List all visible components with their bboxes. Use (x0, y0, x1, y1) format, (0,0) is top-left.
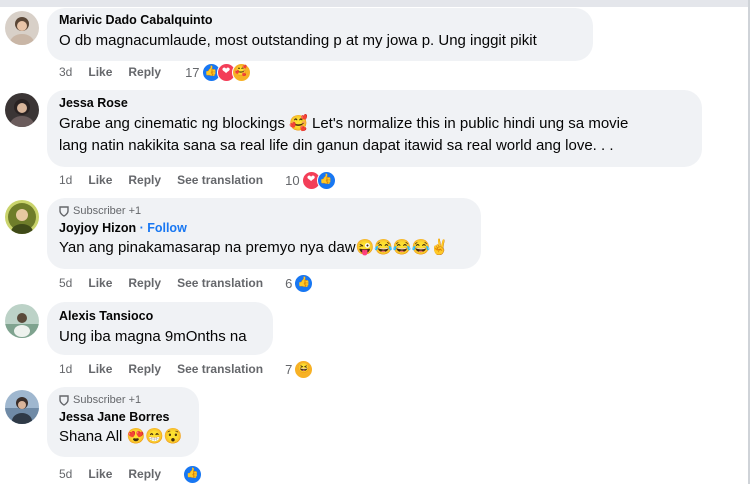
comment-bubble: Alexis Tansioco Ung iba magna 9mOnths na (47, 302, 273, 355)
reply-button[interactable]: Reply (128, 65, 161, 79)
commenter-name-row: Joyjoy Hizon · Follow (59, 220, 469, 236)
comment-actions: 1d Like Reply See translation 10 ❤ 👍 (59, 170, 336, 190)
reaction-icons[interactable]: 👍 ❤ 🥰 (201, 62, 251, 82)
haha-icon: 😆 (294, 359, 314, 379)
like-button[interactable]: Like (88, 362, 112, 376)
like-icon: 👍 (294, 273, 314, 293)
avatar-photo (5, 11, 39, 45)
avatar[interactable] (5, 93, 39, 127)
avatar[interactable] (5, 11, 39, 45)
follow-button[interactable]: · Follow (140, 221, 187, 235)
reaction-count[interactable]: 7 (285, 362, 292, 377)
subscriber-label: Subscriber +1 (73, 205, 142, 217)
like-icon: 👍 (183, 464, 203, 484)
commenter-name[interactable]: Jessa Jane Borres (59, 409, 187, 425)
shield-icon (59, 394, 69, 406)
reaction-count[interactable]: 10 (285, 173, 299, 188)
subscriber-badge: Subscriber +1 (59, 393, 187, 407)
like-button[interactable]: Like (88, 173, 112, 187)
comment-text: Ung iba magna 9mOnths na (59, 328, 247, 345)
like-icon: 👍 (316, 170, 336, 190)
commenter-name[interactable]: Marivic Dado Cabalquinto (59, 12, 581, 28)
commenter-name[interactable]: Alexis Tansioco (59, 308, 261, 324)
like-button[interactable]: Like (88, 65, 112, 79)
comment-bubble: Subscriber +1 Joyjoy Hizon · Follow Yan … (47, 198, 481, 269)
reaction-count[interactable]: 17 (185, 65, 199, 80)
comment-age[interactable]: 1d (59, 173, 72, 187)
comment-text: Shana All 😍😁😯 (59, 428, 183, 445)
comment-actions: 5d Like Reply 👍 (59, 464, 203, 484)
commenter-name[interactable]: Joyjoy Hizon (59, 221, 136, 235)
see-translation-button[interactable]: See translation (177, 362, 263, 376)
reaction-icons[interactable]: 👍 (183, 464, 203, 484)
comment-text-line-1: Grabe ang cinematic ng blockings 🥰 Let's… (59, 115, 629, 132)
avatar[interactable] (5, 200, 39, 234)
like-button[interactable]: Like (88, 467, 112, 481)
comment-bubble: Subscriber +1 Jessa Jane Borres Shana Al… (47, 387, 199, 457)
reaction-icons[interactable]: ❤ 👍 (301, 170, 336, 190)
commenter-name[interactable]: Jessa Rose (59, 95, 690, 111)
reaction-icons[interactable]: 👍 (294, 273, 314, 293)
comment-bubble: Marivic Dado Cabalquinto O db magnacumla… (47, 8, 593, 61)
reply-button[interactable]: Reply (128, 173, 161, 187)
comment-age[interactable]: 1d (59, 362, 72, 376)
avatar[interactable] (5, 390, 39, 424)
comment-text-line-2: lang natin nakikita sana sa real life di… (59, 137, 614, 154)
comment-bubble: Jessa Rose Grabe ang cinematic ng blocki… (47, 90, 702, 167)
reaction-icons[interactable]: 😆 (294, 359, 314, 379)
comment-text: Yan ang pinakamasarap na premyo nya daw😜… (59, 239, 449, 256)
avatar-photo (5, 93, 39, 127)
comment-age[interactable]: 5d (59, 276, 72, 290)
see-translation-button[interactable]: See translation (177, 276, 263, 290)
comment-age[interactable]: 3d (59, 65, 72, 79)
comment-actions: 1d Like Reply See translation 7 😆 (59, 359, 314, 379)
care-icon: 🥰 (231, 62, 251, 82)
comment-age[interactable]: 5d (59, 467, 72, 481)
subscriber-badge: Subscriber +1 (59, 204, 469, 218)
reply-button[interactable]: Reply (128, 467, 161, 481)
reaction-count[interactable]: 6 (285, 276, 292, 291)
shield-icon (59, 205, 69, 217)
reply-button[interactable]: Reply (128, 362, 161, 376)
comment-actions: 3d Like Reply 17 👍 ❤ 🥰 (59, 62, 251, 82)
reply-button[interactable]: Reply (128, 276, 161, 290)
avatar[interactable] (5, 304, 39, 338)
subscriber-label: Subscriber +1 (73, 394, 142, 406)
like-button[interactable]: Like (88, 276, 112, 290)
see-translation-button[interactable]: See translation (177, 173, 263, 187)
top-divider (0, 0, 750, 7)
avatar-photo (5, 304, 39, 338)
avatar-photo (5, 390, 39, 424)
comment-text: O db magnacumlaude, most outstanding p a… (59, 32, 537, 49)
comment-actions: 5d Like Reply See translation 6 👍 (59, 273, 314, 293)
avatar-photo (5, 200, 39, 234)
